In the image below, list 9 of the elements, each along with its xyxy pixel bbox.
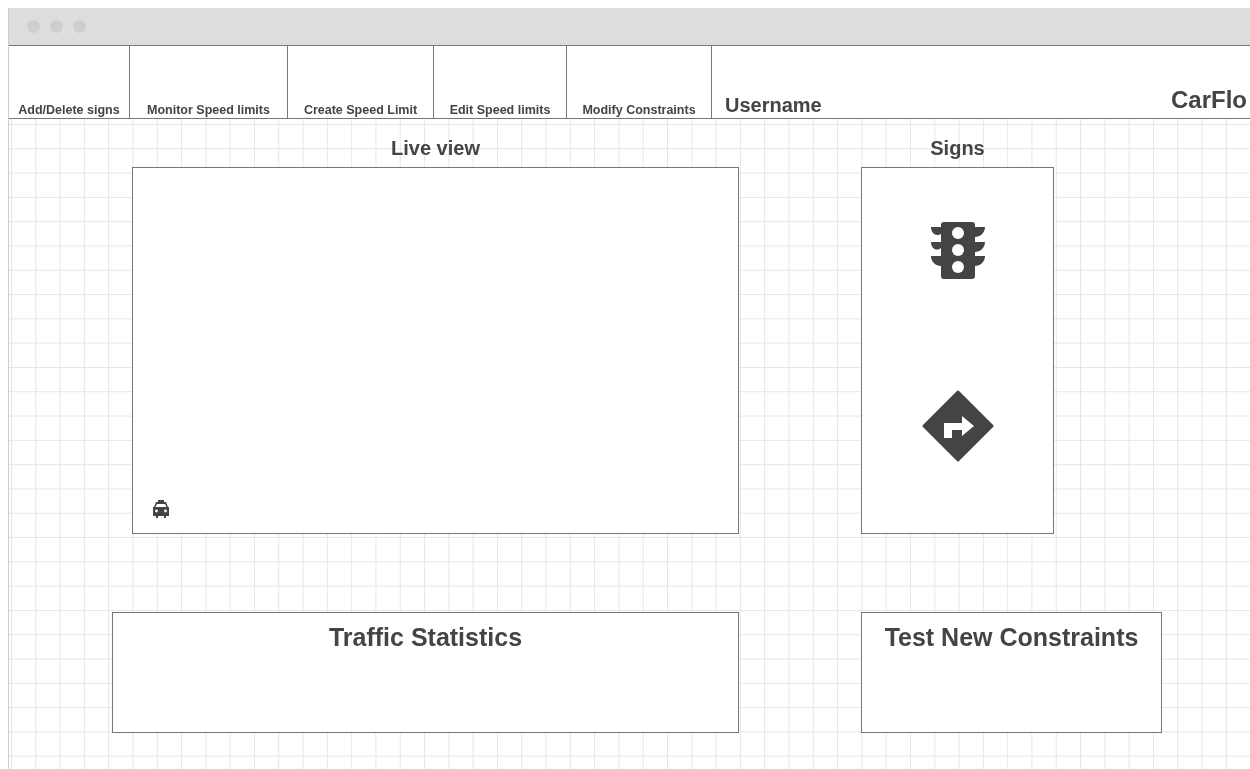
brand-name: CarFlo — [1171, 86, 1247, 114]
signs-title: Signs — [930, 137, 985, 161]
taxi-icon — [151, 499, 171, 519]
test-constraints-title: Test New Constraints — [884, 623, 1139, 653]
traffic-statistics-title: Traffic Statistics — [328, 623, 523, 653]
username: Username — [725, 94, 822, 117]
live-view-title: Live view — [391, 137, 480, 161]
turn-right-sign-icon — [921, 390, 994, 462]
traffic-light-icon — [929, 220, 986, 280]
